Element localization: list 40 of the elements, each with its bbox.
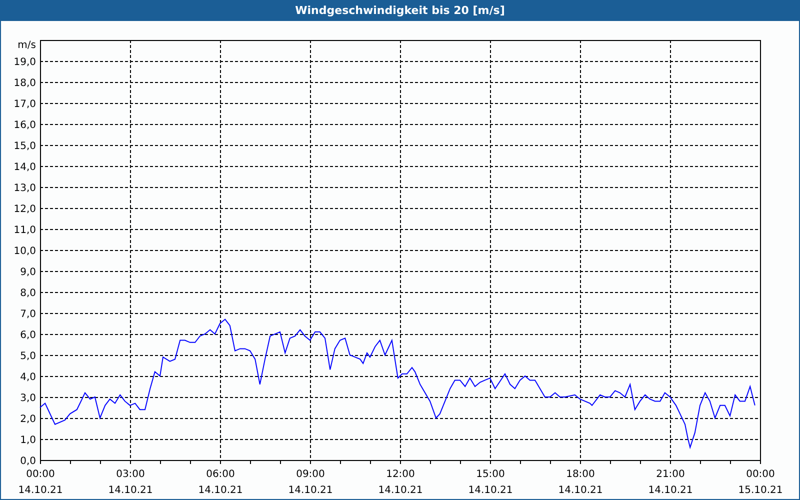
- x-tick-date-label: 14.10.21: [108, 485, 153, 496]
- x-tick-label: 06:00: [206, 469, 235, 480]
- y-tick-label: 19,0: [14, 57, 36, 68]
- x-tick-label: 00:00: [746, 469, 775, 480]
- x-tick-label: 18:00: [566, 469, 595, 480]
- y-tick-label: 8,0: [20, 288, 36, 299]
- y-tick-label: 0,0: [20, 456, 36, 467]
- y-tick-label: 5,0: [20, 351, 36, 362]
- x-tick-label: 21:00: [656, 469, 685, 480]
- x-tick-label: 00:00: [26, 469, 55, 480]
- x-tick-date-label: 14.10.21: [378, 485, 423, 496]
- x-tick-label: 09:00: [296, 469, 325, 480]
- x-tick-date-label: 14.10.21: [288, 485, 333, 496]
- axis-unit-label: m/s: [18, 40, 36, 51]
- y-tick-label: 7,0: [20, 309, 36, 320]
- y-tick-label: 14,0: [14, 162, 36, 173]
- x-tick-date-label: 14.10.21: [468, 485, 513, 496]
- y-tick-label: 4,0: [20, 372, 36, 383]
- x-tick-label: 03:00: [116, 469, 145, 480]
- y-tick-label: 15,0: [14, 141, 36, 152]
- y-tick-label: 12,0: [14, 204, 36, 215]
- window-title: Windgeschwindigkeit bis 20 [m/s]: [295, 3, 505, 19]
- y-tick-label: 1,0: [20, 435, 36, 446]
- x-tick-label: 12:00: [386, 469, 415, 480]
- y-tick-label: 16,0: [14, 120, 36, 131]
- x-tick-date-label: 14.10.21: [558, 485, 603, 496]
- y-tick-label: 9,0: [20, 267, 36, 278]
- x-tick-date-label: 15.10.21: [738, 485, 783, 496]
- y-tick-label: 2,0: [20, 414, 36, 425]
- y-tick-label: 17,0: [14, 99, 36, 110]
- y-tick-label: 13,0: [14, 183, 36, 194]
- x-tick-label: 15:00: [476, 469, 505, 480]
- y-tick-label: 6,0: [20, 330, 36, 341]
- y-tick-label: 3,0: [20, 393, 36, 404]
- x-tick-date-label: 14.10.21: [648, 485, 693, 496]
- y-tick-label: 11,0: [14, 225, 36, 236]
- y-tick-label: 10,0: [14, 246, 36, 257]
- x-tick-date-label: 14.10.21: [198, 485, 243, 496]
- y-tick-label: 18,0: [14, 78, 36, 89]
- x-tick-date-label: 14.10.21: [18, 485, 63, 496]
